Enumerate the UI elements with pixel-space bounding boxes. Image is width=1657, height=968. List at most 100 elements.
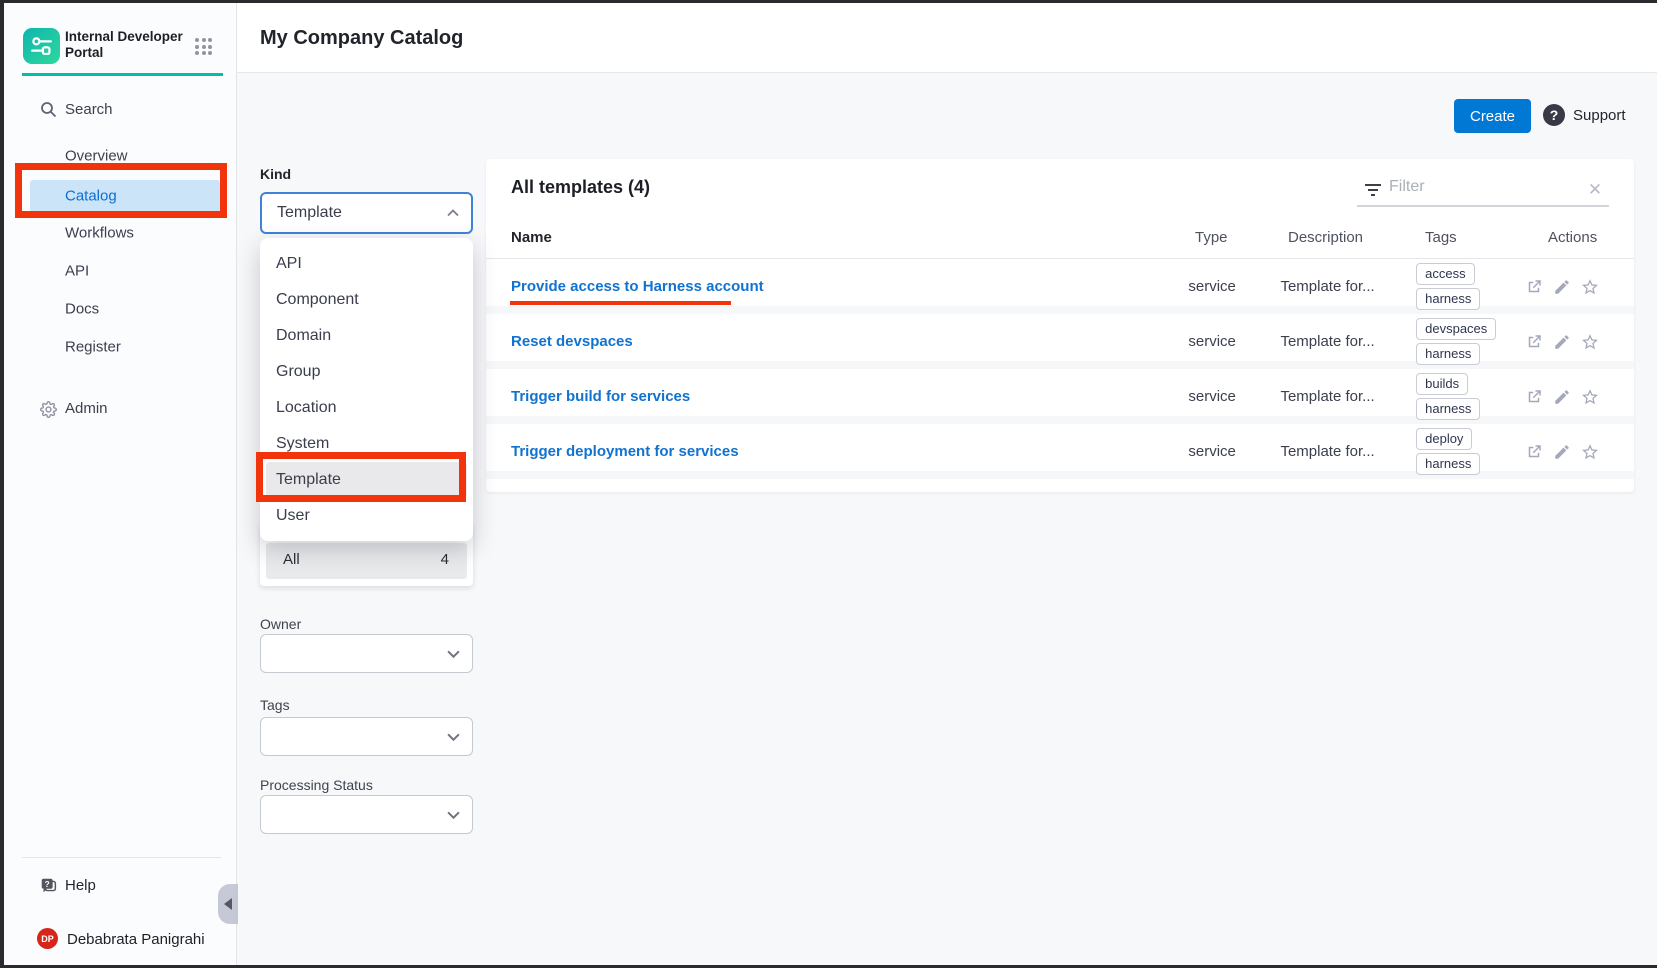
tag-chip[interactable]: devspaces bbox=[1416, 318, 1496, 340]
star-icon[interactable] bbox=[1581, 443, 1599, 461]
owner-label: Owner bbox=[260, 616, 301, 632]
kind-select[interactable]: Template bbox=[260, 192, 473, 234]
table-row: Trigger build for services service Templ… bbox=[486, 369, 1634, 424]
tag-chip[interactable]: harness bbox=[1416, 453, 1480, 475]
row-actions bbox=[1525, 278, 1634, 296]
chevron-up-icon bbox=[447, 209, 459, 217]
processing-status-label: Processing Status bbox=[260, 777, 373, 793]
search-label: Search bbox=[65, 101, 113, 118]
kind-dropdown-menu: API Component Domain Group Location Syst… bbox=[260, 238, 473, 541]
table-row: Reset devspaces service Template for... … bbox=[486, 314, 1634, 369]
column-header-name[interactable]: Name bbox=[511, 229, 1195, 258]
user-name: Debabrata Panigrahi bbox=[67, 931, 205, 948]
tag-chip[interactable]: harness bbox=[1416, 343, 1480, 365]
column-header-description[interactable]: Description bbox=[1288, 229, 1425, 258]
tag-chip[interactable]: harness bbox=[1416, 398, 1480, 420]
sidebar-item-admin[interactable]: Admin bbox=[4, 391, 237, 427]
sidebar-item-catalog[interactable]: Catalog bbox=[30, 180, 220, 212]
table-filter-input[interactable] bbox=[1389, 178, 1589, 196]
gear-icon bbox=[40, 401, 57, 418]
help-chat-icon: ? bbox=[39, 876, 59, 896]
kind-option-location[interactable]: Location bbox=[260, 390, 473, 426]
sidebar-collapse-handle[interactable] bbox=[218, 884, 238, 924]
column-header-type[interactable]: Type bbox=[1195, 229, 1288, 258]
tags-select[interactable] bbox=[260, 717, 473, 756]
column-header-actions: Actions bbox=[1535, 229, 1634, 258]
apps-grid-icon[interactable] bbox=[194, 37, 214, 57]
sidebar-item-docs[interactable]: Docs bbox=[4, 291, 237, 327]
row-description: Template for... bbox=[1280, 388, 1416, 405]
template-link-reset-devspaces[interactable]: Reset devspaces bbox=[511, 333, 1188, 350]
row-tags: access harness bbox=[1416, 263, 1525, 310]
sidebar-item-register[interactable]: Register bbox=[4, 329, 237, 365]
owner-select[interactable] bbox=[260, 634, 473, 673]
kind-option-group[interactable]: Group bbox=[260, 354, 473, 390]
sidebar-item-overview[interactable]: Overview bbox=[4, 138, 237, 174]
open-in-new-icon[interactable] bbox=[1525, 278, 1543, 296]
table-row: Provide access to Harness account servic… bbox=[486, 259, 1634, 314]
sidebar-item-help[interactable]: ? Help bbox=[4, 869, 237, 903]
clear-filter-icon[interactable]: ✕ bbox=[1586, 181, 1604, 199]
tag-chip[interactable]: access bbox=[1416, 263, 1474, 285]
idp-logo-icon bbox=[23, 28, 60, 64]
star-icon[interactable] bbox=[1581, 333, 1599, 351]
kind-count-all-row[interactable]: All 4 bbox=[266, 543, 467, 579]
filter-input-underline bbox=[1357, 205, 1609, 207]
kind-all-count: 4 bbox=[441, 551, 449, 568]
edit-pencil-icon[interactable] bbox=[1553, 333, 1571, 351]
admin-label: Admin bbox=[65, 400, 108, 417]
kind-option-component[interactable]: Component bbox=[260, 282, 473, 318]
open-in-new-icon[interactable] bbox=[1525, 333, 1543, 351]
edit-pencil-icon[interactable] bbox=[1553, 443, 1571, 461]
column-header-tags[interactable]: Tags bbox=[1425, 229, 1535, 258]
row-actions bbox=[1525, 333, 1634, 351]
brand-title: Internal Developer Portal bbox=[65, 29, 195, 61]
template-link-provide-access[interactable]: Provide access to Harness account bbox=[511, 278, 1188, 295]
tags-label: Tags bbox=[260, 697, 290, 713]
kind-option-system[interactable]: System bbox=[260, 426, 473, 462]
avatar: DP bbox=[37, 928, 58, 949]
support-label: Support bbox=[1573, 107, 1626, 124]
chevron-down-icon bbox=[447, 810, 460, 819]
row-type: service bbox=[1188, 388, 1280, 405]
screenshot-left-edge bbox=[0, 0, 4, 968]
tag-chip[interactable]: deploy bbox=[1416, 428, 1472, 450]
sidebar-item-workflows[interactable]: Workflows bbox=[4, 215, 237, 251]
star-icon[interactable] bbox=[1581, 388, 1599, 406]
kind-label: Kind bbox=[260, 166, 291, 182]
row-actions bbox=[1525, 443, 1634, 461]
row-type: service bbox=[1188, 278, 1280, 295]
question-circle-icon: ? bbox=[1543, 104, 1565, 126]
kind-option-api[interactable]: API bbox=[260, 246, 473, 282]
template-link-trigger-build[interactable]: Trigger build for services bbox=[511, 388, 1188, 405]
kind-option-user[interactable]: User bbox=[260, 498, 473, 534]
row-type: service bbox=[1188, 333, 1280, 350]
row-description: Template for... bbox=[1280, 443, 1416, 460]
open-in-new-icon[interactable] bbox=[1525, 388, 1543, 406]
row-actions bbox=[1525, 388, 1634, 406]
kind-option-template[interactable]: Template bbox=[266, 462, 467, 498]
kind-select-value: Template bbox=[277, 204, 342, 222]
screenshot-top-edge bbox=[0, 0, 1657, 3]
star-icon[interactable] bbox=[1581, 278, 1599, 296]
templates-table-card: All templates (4) ✕ Name Type Descriptio… bbox=[486, 159, 1634, 492]
sidebar-item-search[interactable]: Search bbox=[4, 92, 237, 128]
edit-pencil-icon[interactable] bbox=[1553, 388, 1571, 406]
brand-logo[interactable]: Internal Developer Portal bbox=[23, 28, 223, 68]
tag-chip[interactable]: harness bbox=[1416, 288, 1480, 310]
template-link-trigger-deployment[interactable]: Trigger deployment for services bbox=[511, 443, 1188, 460]
row-type: service bbox=[1188, 443, 1280, 460]
kind-all-label: All bbox=[283, 551, 300, 568]
help-label: Help bbox=[65, 877, 96, 894]
chevron-down-icon bbox=[447, 649, 460, 658]
create-button[interactable]: Create bbox=[1454, 99, 1531, 133]
tag-chip[interactable]: builds bbox=[1416, 373, 1468, 395]
sidebar-divider bbox=[22, 857, 221, 858]
table-row: Trigger deployment for services service … bbox=[486, 424, 1634, 479]
processing-status-select[interactable] bbox=[260, 795, 473, 834]
kind-option-domain[interactable]: Domain bbox=[260, 318, 473, 354]
open-in-new-icon[interactable] bbox=[1525, 443, 1543, 461]
sidebar-item-api[interactable]: API bbox=[4, 253, 237, 289]
user-menu[interactable]: DP Debabrata Panigrahi bbox=[4, 925, 237, 955]
edit-pencil-icon[interactable] bbox=[1553, 278, 1571, 296]
